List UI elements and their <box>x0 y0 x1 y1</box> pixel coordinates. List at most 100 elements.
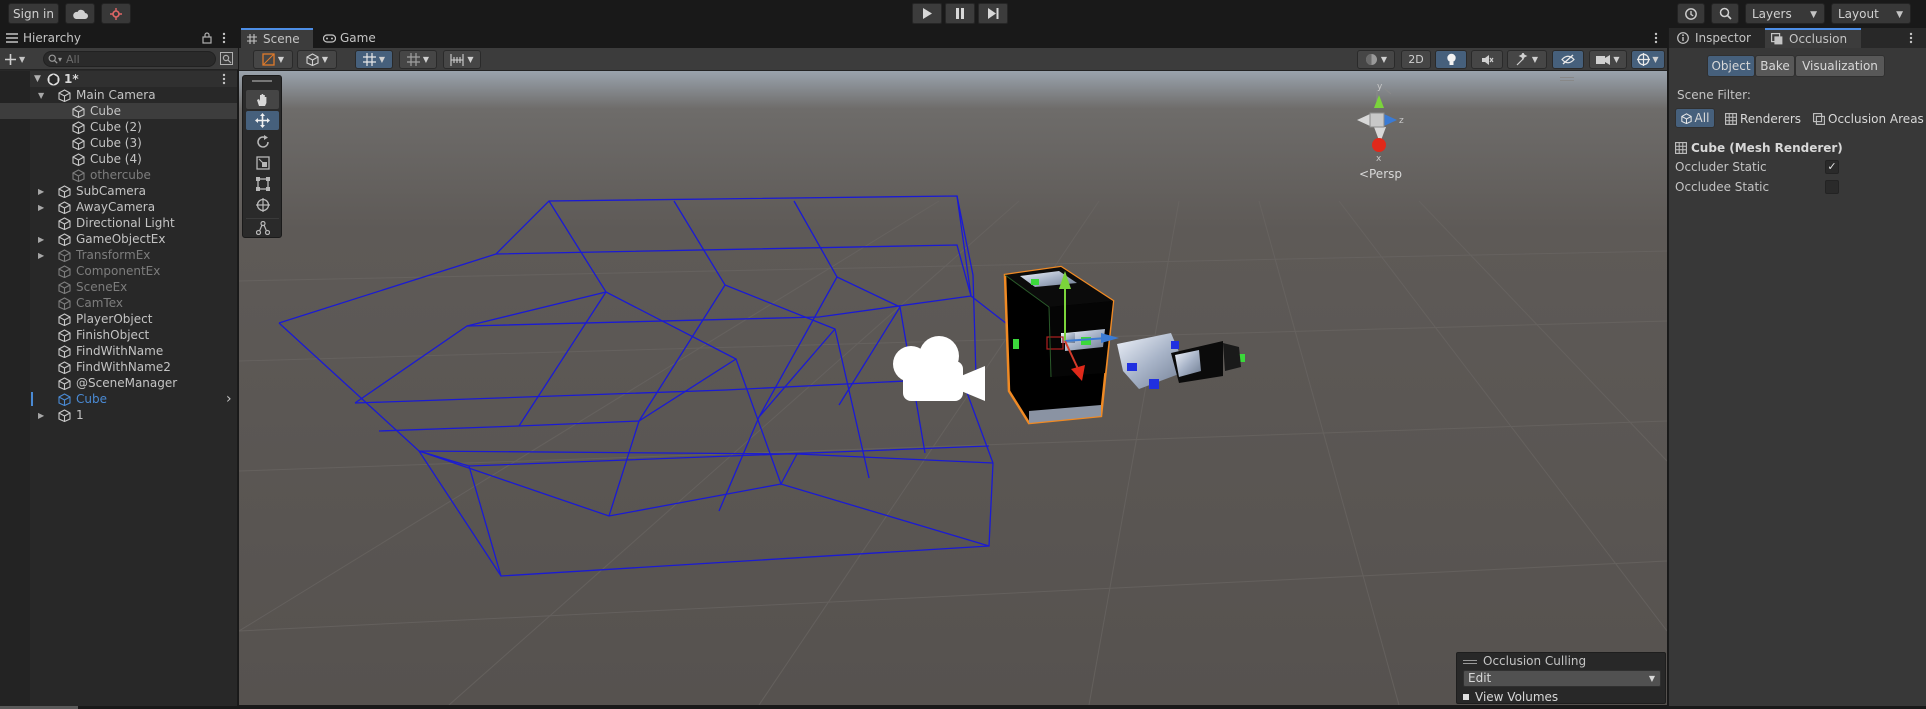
hierarchy-row[interactable]: FindWithName2 <box>0 359 237 375</box>
play-icon <box>923 8 932 19</box>
occludee-static-checkbox[interactable] <box>1825 180 1839 194</box>
check-icon: ✓ <box>1827 160 1837 173</box>
hierarchy-row[interactable]: ▶ GameObjectEx <box>0 231 237 247</box>
create-button[interactable]: ▼ <box>5 51 31 67</box>
play-button[interactable] <box>912 3 942 24</box>
tab-inspector[interactable]: Inspector <box>1671 28 1763 48</box>
light-bulb-icon <box>1446 53 1456 65</box>
move-tool-button[interactable] <box>246 111 279 130</box>
hierarchy-row-label: SceneEx <box>76 280 128 294</box>
tab-occlusion[interactable]: Occlusion <box>1765 28 1861 48</box>
hierarchy-row[interactable]: Cube › <box>0 391 237 407</box>
layers-dropdown[interactable]: Layers ▼ <box>1745 3 1825 24</box>
lock-icon[interactable] <box>202 32 212 44</box>
filter-all-button[interactable]: All <box>1675 108 1715 128</box>
chevron-down-icon: ▼ <box>378 55 386 64</box>
filter-occlusion-areas-button[interactable]: Occlusion Areas <box>1813 110 1924 128</box>
rotate-tool-button[interactable] <box>246 132 279 151</box>
chevron-down-icon: ▼ <box>321 55 329 64</box>
occluder-static-checkbox[interactable]: ✓ <box>1825 160 1839 174</box>
hierarchy-row[interactable]: Cube (4) <box>0 151 237 167</box>
rect-transform-icon <box>255 176 270 191</box>
hierarchy-row[interactable]: FindWithName <box>0 343 237 359</box>
draw-mode-dropdown[interactable]: ▼ <box>253 50 293 69</box>
increment-snap-button[interactable]: ▼ <box>443 50 481 69</box>
snap-button[interactable]: ▼ <box>355 50 393 69</box>
chevron-down-icon: ▼ <box>1810 10 1817 20</box>
hierarchy-row[interactable]: ComponentEx <box>0 263 237 279</box>
hierarchy-row[interactable]: ▶ SubCamera <box>0 183 237 199</box>
custom-tool-button[interactable] <box>246 218 279 237</box>
collab-button[interactable] <box>101 3 131 24</box>
pause-button[interactable] <box>945 3 975 24</box>
hierarchy-row[interactable]: othercube <box>0 167 237 183</box>
expand-closed-icon[interactable]: ▶ <box>38 235 44 244</box>
object-mode-button[interactable]: Object <box>1707 55 1755 77</box>
bake-mode-button[interactable]: Bake <box>1755 55 1795 77</box>
chevron-down-icon: ▼ <box>1896 10 1903 20</box>
cube-view-dropdown[interactable]: ▼ <box>297 50 337 69</box>
hierarchy-row[interactable]: PlayerObject <box>0 311 237 327</box>
expand-closed-icon[interactable]: ▶ <box>38 203 44 212</box>
hierarchy-row[interactable]: ▶ TransformEx <box>0 247 237 263</box>
visualization-mode-button[interactable]: Visualization <box>1795 55 1885 77</box>
chevron-right-icon[interactable]: › <box>226 391 232 407</box>
scene-search-icon[interactable] <box>220 52 233 65</box>
tab-hierarchy[interactable]: Hierarchy <box>0 28 90 48</box>
tab-scene[interactable]: Scene <box>241 28 313 48</box>
overlay-menu-handle[interactable] <box>1560 77 1574 81</box>
hierarchy-row[interactable]: FinishObject <box>0 327 237 343</box>
shading-dropdown[interactable]: ▼ <box>1357 50 1395 69</box>
hidden-objects-toggle[interactable] <box>1552 50 1584 69</box>
hierarchy-row[interactable]: Cube (2) <box>0 119 237 135</box>
hierarchy-row[interactable]: @SceneManager <box>0 375 237 391</box>
hierarchy-row[interactable]: Cube <box>0 103 237 119</box>
rect-tool-button[interactable] <box>246 174 279 193</box>
tab-scene-label: Scene <box>263 32 300 46</box>
expand-open-icon[interactable]: ▼ <box>38 91 44 100</box>
effects-dropdown[interactable]: ▼ <box>1507 50 1547 69</box>
toggle-2d-button[interactable]: 2D <box>1401 50 1431 69</box>
step-button[interactable] <box>978 3 1008 24</box>
hierarchy-row[interactable]: CamTex <box>0 295 237 311</box>
hand-tool-button[interactable] <box>246 90 279 109</box>
occlusion-mode-dropdown[interactable]: Edit ▼ <box>1463 670 1661 687</box>
more-options-icon[interactable] <box>1654 32 1658 44</box>
transform-tool-button[interactable] <box>246 195 279 214</box>
drag-handle[interactable] <box>252 80 272 82</box>
persp-toggle[interactable]: < Persp <box>1359 167 1402 181</box>
cloud-button[interactable] <box>65 3 95 24</box>
hierarchy-row[interactable]: ▶ 1 <box>0 407 237 423</box>
audio-toggle[interactable] <box>1471 50 1503 69</box>
view-volumes-toggle[interactable]: View Volumes <box>1463 690 1558 704</box>
hierarchy-row[interactable]: Cube (3) <box>0 135 237 151</box>
history-button[interactable] <box>1677 3 1705 24</box>
hierarchy-row[interactable]: ▼ Main Camera <box>0 87 237 103</box>
hierarchy-row[interactable]: Directional Light <box>0 215 237 231</box>
hierarchy-search-field[interactable]: ▾ All <box>43 51 216 67</box>
scene-viewport[interactable]: y z x < Persp <box>239 71 1667 705</box>
search-button[interactable] <box>1711 3 1739 24</box>
more-options-icon[interactable] <box>222 32 226 44</box>
lighting-toggle[interactable] <box>1435 50 1467 69</box>
expand-closed-icon[interactable]: ▶ <box>38 411 44 420</box>
view-volumes-label: View Volumes <box>1475 690 1559 704</box>
gameobject-cube-icon <box>58 296 71 310</box>
expand-closed-icon[interactable]: ▶ <box>38 251 44 260</box>
gizmos-dropdown[interactable]: ▼ <box>1631 50 1665 69</box>
drag-handle[interactable] <box>1463 660 1477 664</box>
grid-snap-button[interactable]: ▼ <box>399 50 437 69</box>
tab-game[interactable]: Game <box>317 28 381 48</box>
more-options-icon[interactable] <box>1909 32 1913 44</box>
scale-tool-button[interactable] <box>246 153 279 172</box>
hierarchy-row[interactable]: SceneEx <box>0 279 237 295</box>
scene-root-row[interactable]: ▼ 1* <box>0 71 237 87</box>
layout-dropdown[interactable]: Layout ▼ <box>1831 3 1911 24</box>
sign-in-button[interactable]: Sign in <box>8 3 59 24</box>
scene-canvas[interactable]: y z x < Persp <box>239 71 1667 705</box>
expand-closed-icon[interactable]: ▶ <box>38 187 44 196</box>
hierarchy-row[interactable]: ▶ AwayCamera <box>0 199 237 215</box>
more-options-icon[interactable] <box>222 73 226 85</box>
filter-renderers-button[interactable]: Renderers <box>1725 110 1801 128</box>
camera-settings-dropdown[interactable]: ▼ <box>1589 50 1627 69</box>
